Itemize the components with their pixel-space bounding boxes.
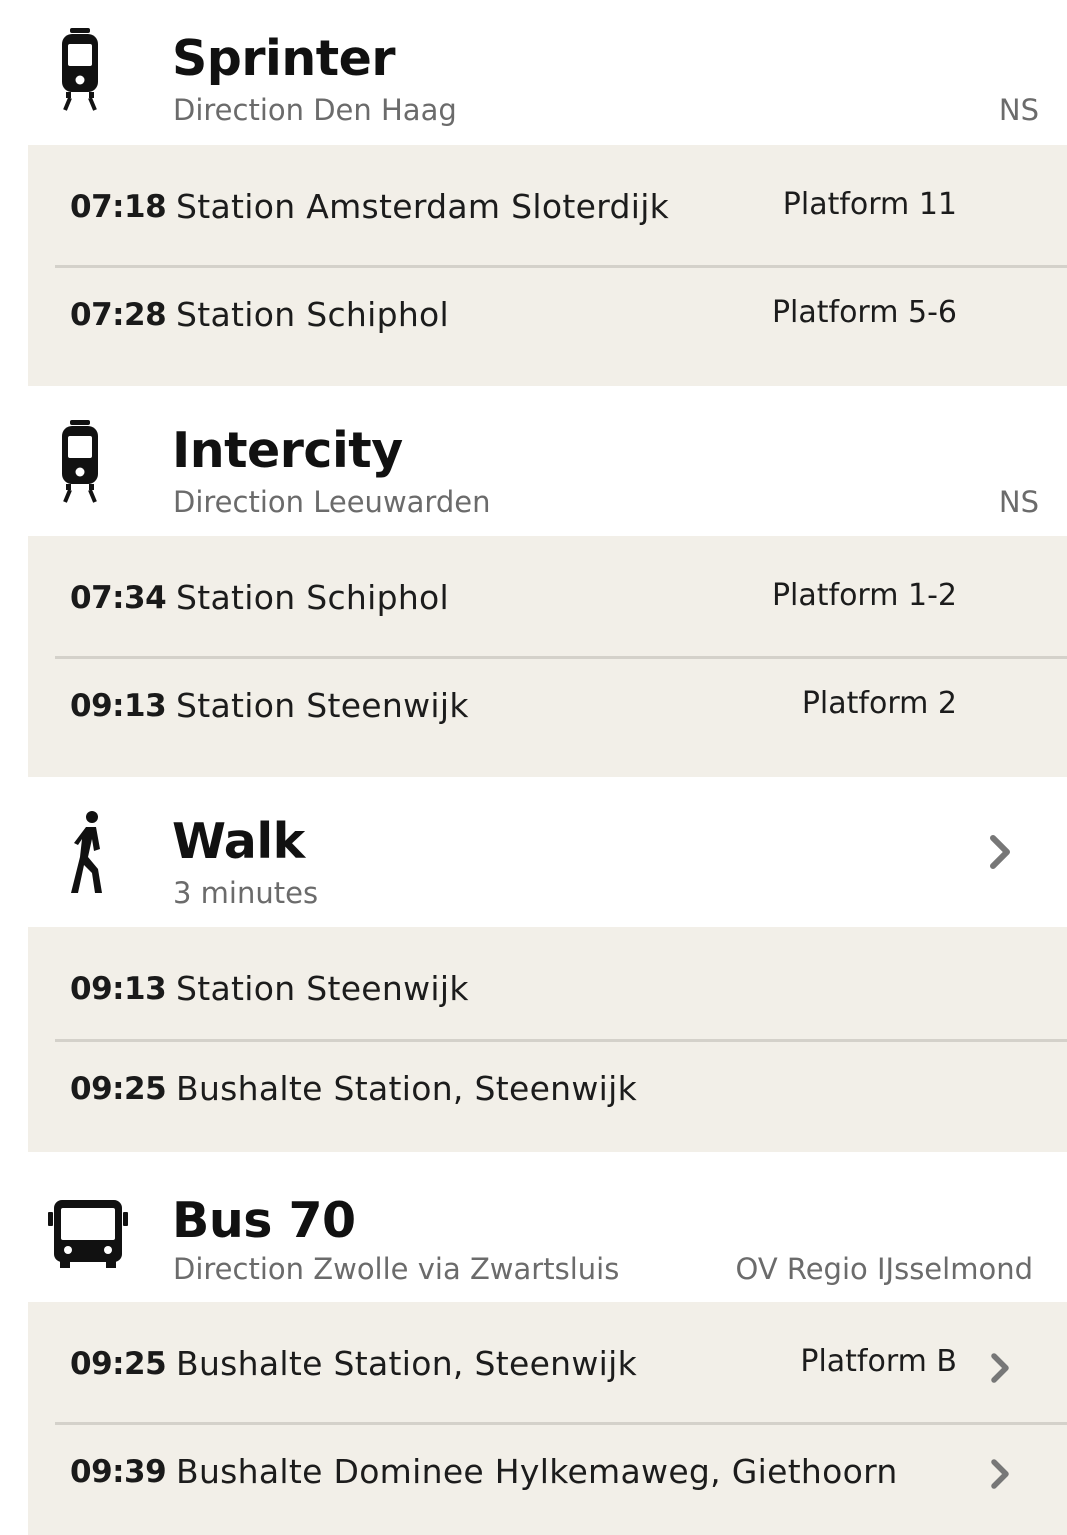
leg-operator: NS [998,485,1039,519]
stop-time: 09:39 [70,1454,167,1490]
leg-operator: OV Regio IJsselmond [735,1252,1034,1286]
stop-row[interactable]: 07:18 Station Amsterdam Sloterdijk Platf… [28,145,1067,265]
chevron-right-icon[interactable] [985,1350,1015,1386]
chevron-right-icon[interactable] [983,832,1017,872]
stop-row[interactable]: 09:25 Bushalte Station, Steenwijk Platfo… [28,1302,1067,1422]
stop-name: Bushalte Station, Steenwijk [176,1344,638,1383]
stop-time: 09:25 [70,1346,167,1382]
leg-operator: NS [998,93,1039,127]
stops-list: 09:25 Bushalte Station, Steenwijk Platfo… [28,1302,1067,1535]
walk-icon [48,809,132,899]
stop-name: Station Steenwijk [176,686,469,725]
stop-time: 07:28 [70,297,167,333]
stop-name: Bushalte Station, Steenwijk [176,1069,638,1108]
leg-header[interactable]: Walk 3 minutes [0,777,1067,927]
stop-platform: Platform B [800,1344,957,1379]
leg-intercity: Intercity Direction Leeuwarden NS 07:34 … [0,386,1067,777]
stop-time: 09:25 [70,1071,167,1107]
stop-name: Station Amsterdam Sloterdijk [176,187,670,226]
leg-title: Bus 70 [172,1192,356,1249]
stop-name: Bushalte Dominee Hylkemaweg, Giethoorn [176,1452,898,1491]
stop-name: Station Schiphol [176,295,450,334]
leg-direction: Direction Leeuwarden [173,485,491,519]
leg-sprinter: Sprinter Direction Den Haag NS 07:18 Sta… [0,0,1067,386]
leg-title: Sprinter [172,30,396,87]
stop-row[interactable]: 09:25 Bushalte Station, Steenwijk [28,1039,1067,1152]
stop-name: Station Schiphol [176,578,450,617]
leg-header[interactable]: Bus 70 Direction Zwolle via Zwartsluis O… [0,1152,1067,1302]
leg-direction: Direction Zwolle via Zwartsluis [173,1252,620,1286]
leg-title: Intercity [172,422,403,479]
chevron-right-icon[interactable] [985,1456,1015,1492]
stop-row[interactable]: 07:34 Station Schiphol Platform 1-2 [28,536,1067,656]
stop-platform: Platform 2 [801,686,957,721]
stops-list: 07:34 Station Schiphol Platform 1-2 09:1… [28,536,1067,777]
stop-time: 09:13 [70,971,167,1007]
leg-direction: Direction Den Haag [173,93,457,127]
stop-time: 09:13 [70,688,167,724]
journey-legs-list: Sprinter Direction Den Haag NS 07:18 Sta… [0,0,1067,1535]
stop-platform: Platform 5-6 [771,295,957,330]
leg-bus-70: Bus 70 Direction Zwolle via Zwartsluis O… [0,1152,1067,1535]
stops-list: 07:18 Station Amsterdam Sloterdijk Platf… [28,145,1067,386]
stop-row[interactable]: 09:13 Station Steenwijk [28,927,1067,1039]
leg-walk: Walk 3 minutes 09:13 Station Steenwijk 0… [0,777,1067,1152]
stop-row[interactable]: 09:13 Station Steenwijk Platform 2 [28,656,1067,777]
stop-time: 07:18 [70,189,167,225]
leg-header[interactable]: Intercity Direction Leeuwarden NS [0,386,1067,536]
bus-icon [46,1196,130,1286]
stop-row[interactable]: 07:28 Station Schiphol Platform 5-6 [28,265,1067,386]
train-icon [48,26,132,116]
leg-header[interactable]: Sprinter Direction Den Haag NS [0,0,1067,145]
stop-name: Station Steenwijk [176,969,469,1008]
stop-time: 07:34 [70,580,167,616]
stop-row[interactable]: 09:39 Bushalte Dominee Hylkemaweg, Gieth… [28,1422,1067,1535]
leg-title: Walk [172,813,305,870]
leg-duration: 3 minutes [173,876,319,910]
train-icon [48,418,132,508]
stops-list: 09:13 Station Steenwijk 09:25 Bushalte S… [28,927,1067,1152]
stop-platform: Platform 11 [782,187,957,222]
stop-platform: Platform 1-2 [771,578,957,613]
